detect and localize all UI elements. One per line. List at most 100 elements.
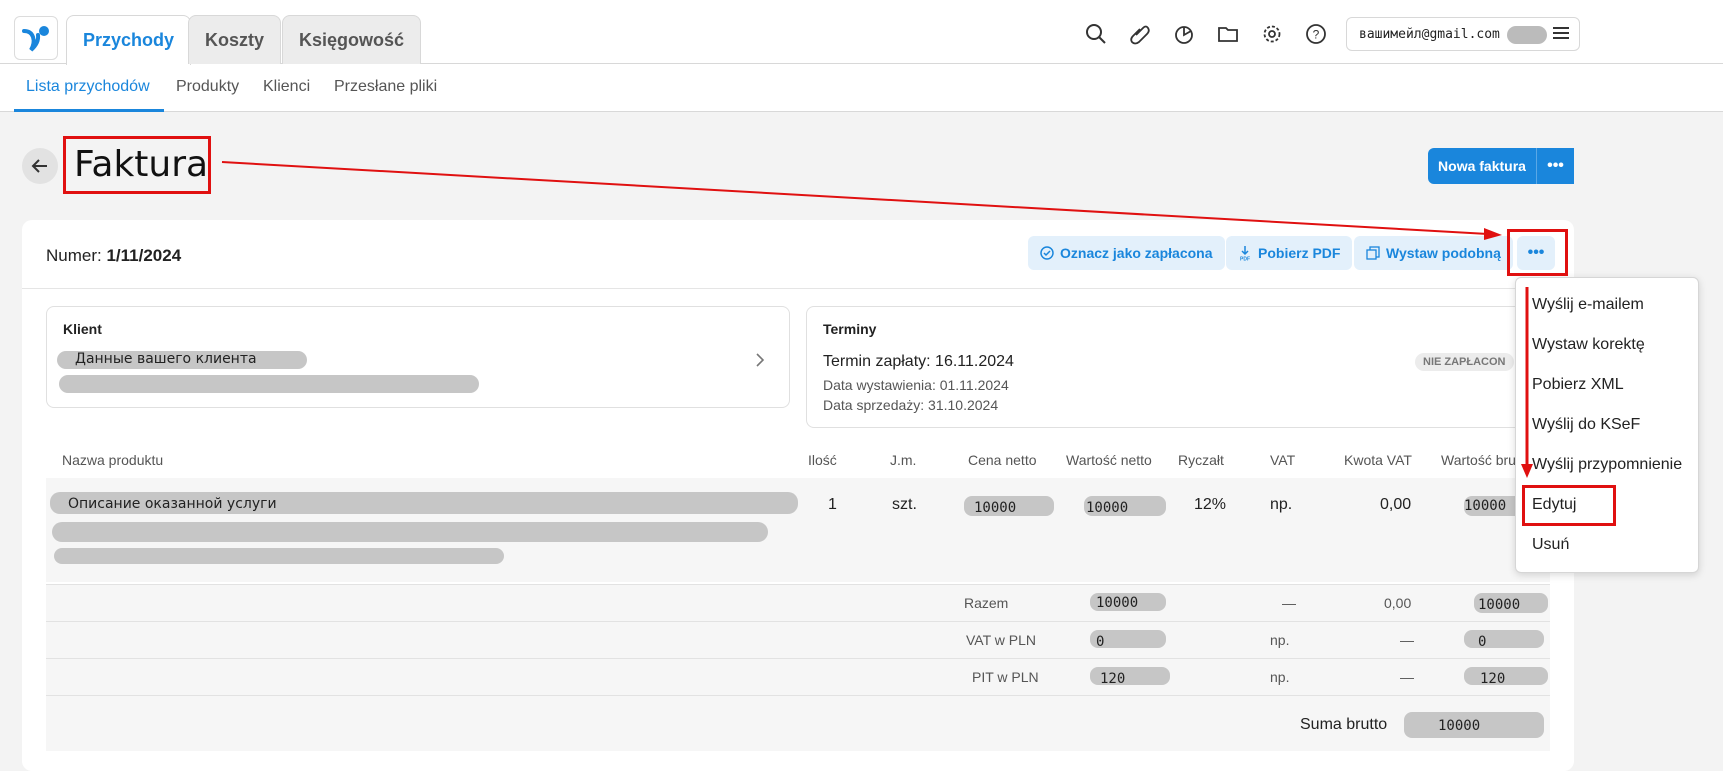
logo-icon (22, 26, 49, 52)
check-circle-icon (1040, 246, 1054, 260)
search-icon[interactable] (1084, 22, 1108, 46)
gear-icon[interactable] (1260, 22, 1284, 46)
back-button[interactable] (22, 148, 58, 184)
col-header-vat: VAT (1270, 452, 1296, 468)
top-bar: Przychody Koszty Księgowość ? вашимейл@g… (0, 0, 1723, 65)
issue-similar-button[interactable]: Wystaw podobną (1354, 236, 1513, 270)
table-row[interactable]: Описание оказанной услуги 1 szt. 10000 1… (46, 478, 1550, 582)
new-invoice-label: Nowa faktura (1438, 158, 1526, 174)
folder-icon[interactable] (1216, 22, 1240, 46)
app-logo[interactable] (14, 16, 58, 60)
summary-net: 0 (1096, 634, 1105, 650)
menu-icon (1553, 26, 1569, 44)
redaction-blur (52, 522, 768, 542)
product-price-net: 10000 (974, 500, 1017, 516)
summary-gross: 120 (1480, 671, 1506, 687)
summary-label: VAT w PLN (966, 632, 1037, 648)
summary-row-pit: PIT w PLN 120 np. — 120 (46, 658, 1550, 695)
pdf-download-icon: PDF (1240, 246, 1250, 262)
summary-vat: np. (1270, 632, 1290, 648)
annotation-box-title (63, 136, 211, 194)
redaction-blur (1507, 26, 1547, 44)
summary-vat: — (1282, 595, 1296, 611)
account-email: вашимейл@gmail.com (1359, 26, 1500, 42)
summary-gross: 0 (1478, 634, 1487, 650)
summary-label: Razem (964, 595, 1009, 611)
summary-vat: np. (1270, 669, 1290, 685)
client-name: Данные вашего клиента (75, 351, 257, 367)
copy-icon (1366, 246, 1380, 260)
new-invoice-more-button[interactable]: ••• (1536, 148, 1574, 184)
summary-net: 120 (1100, 671, 1126, 687)
tab-ksiegowosc[interactable]: Księgowość (282, 15, 422, 64)
product-unit: szt. (892, 496, 917, 513)
product-value-gross: 10000 (1464, 498, 1507, 514)
mark-paid-label: Oznacz jako zapłacona (1060, 245, 1213, 261)
redaction-blur (1464, 630, 1544, 648)
subnav-przeslane-pliki[interactable]: Przesłane pliki (334, 78, 437, 96)
download-pdf-button[interactable]: PDF Pobierz PDF (1226, 236, 1353, 270)
col-header-qty: Ilość (808, 452, 837, 468)
invoice-number: Numer: 1/11/2024 (46, 246, 181, 266)
col-header-unit: J.m. (890, 452, 917, 468)
paperclip-icon[interactable] (1128, 22, 1152, 46)
summary-vat-amount: — (1400, 632, 1414, 648)
status-badge: NIE ZAPŁACON (1415, 353, 1514, 371)
col-header-value-net: Wartość netto (1066, 452, 1152, 468)
sub-navigation: Lista przychodów Produkty Klienci Przesł… (0, 64, 1723, 112)
pie-chart-icon[interactable] (1172, 22, 1196, 46)
col-header-name: Nazwa produktu (62, 452, 164, 468)
col-header-value-gross: Wartość bru (1441, 452, 1516, 468)
summary-label: PIT w PLN (972, 669, 1039, 685)
menu-item-issue-correction[interactable]: Wystaw korektę (1532, 336, 1645, 354)
menu-item-send-email[interactable]: Wyślij e-mailem (1532, 296, 1644, 314)
product-value-net: 10000 (1086, 500, 1129, 516)
col-header-lump: Ryczałt (1178, 452, 1224, 468)
annotation-box-more (1507, 229, 1568, 276)
redaction-blur (59, 375, 479, 393)
invoice-number-label: Numer: (46, 246, 102, 265)
chevron-right-icon (756, 353, 765, 367)
product-qty: 1 (828, 496, 837, 513)
mark-paid-button[interactable]: Oznacz jako zapłacona (1028, 236, 1225, 270)
menu-item-send-ksef[interactable]: Wyślij do KSeF (1532, 416, 1640, 434)
menu-item-send-reminder[interactable]: Wyślij przypomnienie (1532, 456, 1682, 474)
product-vat-amount: 0,00 (1380, 496, 1412, 513)
help-icon[interactable]: ? (1304, 22, 1328, 46)
account-button[interactable]: вашимейл@gmail.com (1346, 17, 1580, 51)
redaction-blur (1464, 667, 1548, 685)
terms-title: Terminy (823, 321, 877, 337)
summary-vat-amount: 0,00 (1384, 595, 1412, 611)
issue-similar-label: Wystaw podobną (1386, 245, 1501, 261)
menu-item-download-xml[interactable]: Pobierz XML (1532, 376, 1624, 394)
sale-date: Data sprzedaży: 31.10.2024 (823, 397, 999, 413)
svg-text:PDF: PDF (1240, 257, 1250, 262)
annotation-box-edit (1522, 485, 1616, 526)
product-name: Описание оказанной услуги (68, 496, 277, 512)
col-header-price-net: Cena netto (968, 452, 1037, 468)
invoice-number-value: 1/11/2024 (106, 246, 182, 265)
download-pdf-label: Pobierz PDF (1258, 245, 1341, 261)
redaction-blur (54, 548, 504, 564)
subnav-klienci[interactable]: Klienci (263, 78, 310, 96)
summary-row-vat: VAT w PLN 0 np. — 0 (46, 621, 1550, 658)
tab-koszty[interactable]: Koszty (188, 15, 282, 64)
product-vat: np. (1270, 496, 1293, 513)
total-label: Suma brutto (1300, 716, 1388, 733)
terms-box: Terminy Termin zapłaty: 16.11.2024 Data … (806, 306, 1550, 428)
summary-net: 10000 (1096, 595, 1139, 611)
col-header-vat-amount: Kwota VAT (1344, 452, 1412, 468)
svg-text:?: ? (1313, 28, 1320, 42)
subnav-produkty[interactable]: Produkty (176, 78, 239, 96)
divider (22, 288, 1574, 289)
summary-gross: 10000 (1478, 597, 1521, 613)
summary-row-razem: Razem 10000 — 0,00 10000 (46, 584, 1550, 621)
more-actions-dropdown: Wyślij e-mailem Wystaw korektę Pobierz X… (1515, 277, 1699, 573)
summary-vat-amount: — (1400, 669, 1414, 685)
subnav-lista-przychodow[interactable]: Lista przychodów (26, 78, 150, 96)
tab-przychody[interactable]: Przychody (66, 15, 192, 65)
menu-item-delete[interactable]: Usuń (1532, 536, 1569, 554)
issue-date: Data wystawienia: 01.11.2024 (823, 377, 1009, 393)
client-box[interactable]: Klient Данные вашего клиента (46, 306, 790, 408)
total-value: 10000 (1438, 718, 1481, 734)
